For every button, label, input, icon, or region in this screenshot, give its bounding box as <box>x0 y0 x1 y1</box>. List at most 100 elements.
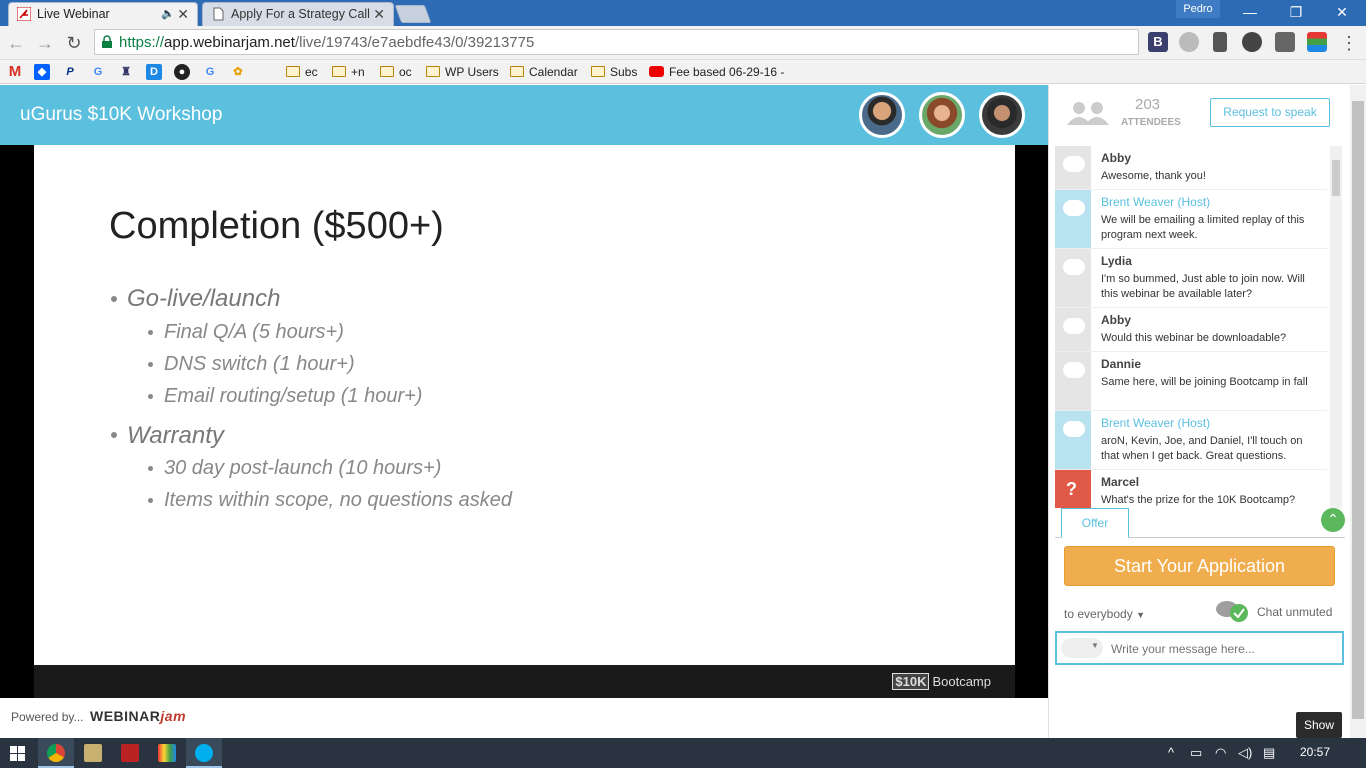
start-button[interactable] <box>0 738 36 768</box>
message-side <box>1055 308 1091 351</box>
menu-icon[interactable]: ⋮ <box>1339 33 1359 53</box>
presenter-avatar[interactable] <box>979 92 1025 138</box>
message-author: Abby <box>1101 313 1131 327</box>
bookmark-icon[interactable]: ♜ <box>118 64 134 80</box>
brand-box: $10K <box>892 673 930 690</box>
restore-button[interactable]: ❐ <box>1273 0 1319 24</box>
chat-message: Abby Would this webinar be downloadable? <box>1055 308 1327 352</box>
chat-scrollbar[interactable] <box>1330 146 1342 508</box>
slide-subbullet: 30 day post-launch (10 hours+) <box>164 457 442 479</box>
request-to-speak-button[interactable]: Request to speak <box>1210 98 1330 127</box>
reload-button[interactable]: ↻ <box>64 33 84 53</box>
chat-messages[interactable]: Abby Awesome, thank you! Brent Weaver (H… <box>1055 146 1327 508</box>
folder-icon <box>332 66 346 77</box>
webinarjam-logo[interactable]: WEBINARjam <box>90 708 186 724</box>
tab-apply-strategy-call[interactable]: Apply For a Strategy Call ✕ <box>202 2 394 26</box>
bookmarks-bar: M ◆ P G ♜ D ● G ✿ ec +n oc WP Users Cale… <box>0 60 1366 84</box>
slide-title: Completion ($500+) <box>109 205 444 247</box>
dropbox-icon[interactable]: ◆ <box>34 64 50 80</box>
url-host: app.webinarjam.net <box>164 34 295 51</box>
taskbar-chrome[interactable] <box>38 738 74 768</box>
chat-panel: 203 ATTENDEES Request to speak Abby Awes… <box>1048 85 1350 738</box>
scrollbar-thumb[interactable] <box>1332 160 1340 196</box>
extension-icon[interactable] <box>1213 32 1227 52</box>
address-bar[interactable]: https://app.webinarjam.net/live/19743/e7… <box>94 29 1139 55</box>
forward-button[interactable]: → <box>35 33 55 53</box>
folder-icon <box>591 66 605 77</box>
back-button[interactable]: ← <box>6 33 26 53</box>
slide-subbullet: Final Q/A (5 hours+) <box>164 321 344 343</box>
presenter-avatar[interactable] <box>859 92 905 138</box>
chat-bubble-icon <box>1063 200 1085 216</box>
puzzle-icon[interactable]: ✿ <box>230 64 246 80</box>
url-text: https://app.webinarjam.net/live/19743/e7… <box>119 34 534 51</box>
bookmark-youtube[interactable]: Fee based 06-29-16 - <box>649 63 784 81</box>
extension-icon[interactable] <box>1179 32 1199 52</box>
bookmark-label: oc <box>399 65 412 79</box>
show-button[interactable]: Show <box>1296 712 1342 738</box>
extension-icon[interactable] <box>1307 32 1327 52</box>
extension-icon[interactable] <box>1242 32 1262 52</box>
bitwarden-extension-icon[interactable]: B <box>1148 32 1168 52</box>
bookmark-label: Calendar <box>529 65 578 79</box>
chat-message: Lydia I'm so bummed, Just able to join n… <box>1055 249 1327 308</box>
gmail-icon[interactable]: M <box>7 64 23 80</box>
tab-live-webinar[interactable]: Live Webinar 🔈 ✕ <box>8 2 198 26</box>
slide-subbullet: Items within scope, no questions asked <box>164 489 512 511</box>
attendees-count: 203 <box>1135 96 1161 113</box>
tab-offer[interactable]: Offer <box>1061 508 1129 538</box>
profile-button[interactable]: Pedro <box>1176 0 1220 18</box>
brand-text: Bootcamp <box>932 674 991 689</box>
close-window-button[interactable]: ✕ <box>1319 0 1365 24</box>
offer-tabs: Offer ⌃ <box>1055 508 1345 538</box>
message-input[interactable] <box>1111 639 1336 659</box>
page-scrollbar[interactable] <box>1350 85 1366 738</box>
attendees-icon <box>1067 102 1109 125</box>
message-body: Awesome, thank you! <box>1101 170 1206 182</box>
start-application-button[interactable]: Start Your Application <box>1064 546 1335 586</box>
bookmark-folder[interactable]: oc <box>380 63 412 81</box>
scrollbar-thumb[interactable] <box>1352 101 1364 719</box>
recipient-label: to everybody <box>1064 607 1133 621</box>
bookmark-folder[interactable]: Subs <box>591 63 637 81</box>
emoji-select[interactable]: ▼ <box>1061 638 1103 658</box>
google-icon[interactable]: G <box>90 64 106 80</box>
message-author: Brent Weaver (Host) <box>1101 416 1211 430</box>
new-tab-button[interactable] <box>394 5 432 23</box>
message-body: We will be emailing a limited replay of … <box>1101 214 1305 241</box>
taskbar-filezilla[interactable] <box>112 738 148 768</box>
bookmark-folder[interactable]: Calendar <box>510 63 578 81</box>
close-tab-icon[interactable]: ✕ <box>373 3 385 25</box>
notifications-icon[interactable]: ▤ <box>1263 745 1275 761</box>
github-icon[interactable]: ● <box>174 64 190 80</box>
taskbar-skype[interactable] <box>186 738 222 768</box>
close-tab-icon[interactable]: ✕ <box>177 3 189 25</box>
taskbar-app[interactable] <box>75 738 111 768</box>
battery-icon[interactable]: ▭ <box>1190 745 1202 761</box>
minimize-button[interactable]: — <box>1227 0 1273 24</box>
google-icon[interactable]: G <box>202 64 218 80</box>
bookmark-folder[interactable]: +n <box>332 63 365 81</box>
slide-subbullet: Email routing/setup (1 hour+) <box>164 385 423 407</box>
presenter-avatar[interactable] <box>919 92 965 138</box>
volume-icon[interactable]: ◁) <box>1238 745 1252 761</box>
bookmark-folder[interactable]: ec <box>286 63 318 81</box>
bootcamp-brand: $10K Bootcamp <box>892 673 991 690</box>
app-icon <box>158 744 176 762</box>
clock[interactable]: 20:57 <box>1300 745 1330 759</box>
speaker-icon[interactable]: 🔈 <box>161 3 175 25</box>
recipient-select[interactable]: to everybody ▼ <box>1064 607 1145 621</box>
taskbar-app[interactable] <box>149 738 185 768</box>
d-app-icon[interactable]: D <box>146 64 162 80</box>
skype-icon <box>195 744 213 762</box>
chevron-up-icon[interactable]: ⌃ <box>1321 508 1345 532</box>
bookmark-folder[interactable]: WP Users <box>426 63 499 81</box>
chevron-up-icon[interactable]: ^ <box>1168 745 1174 760</box>
bullet-dot <box>148 466 153 471</box>
lightbulb-extension-icon[interactable] <box>1275 32 1295 52</box>
message-body: Would this webinar be downloadable? <box>1101 332 1287 344</box>
paypal-icon[interactable]: P <box>62 64 78 80</box>
chat-bubble-icon <box>1063 318 1085 334</box>
document-icon <box>213 7 224 21</box>
wifi-icon[interactable]: ◠ <box>1215 745 1226 761</box>
